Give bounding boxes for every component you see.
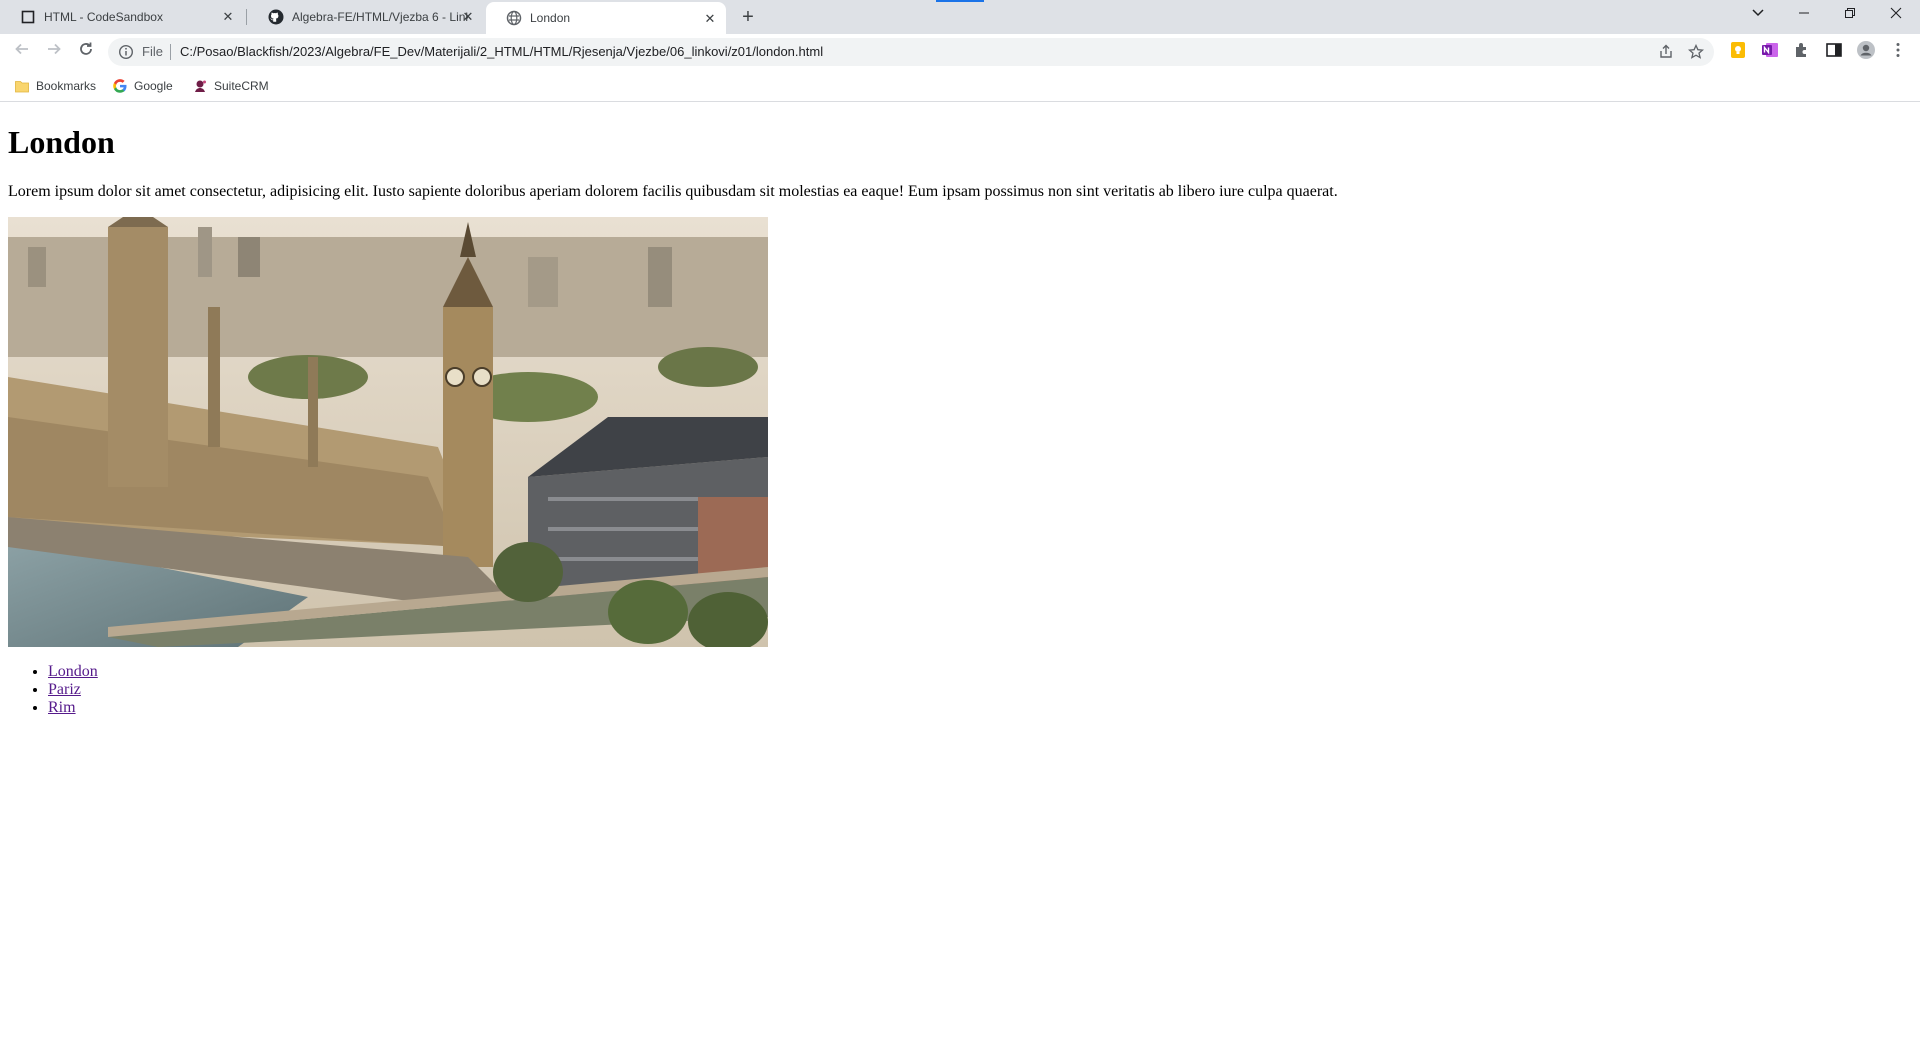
link-pariz[interactable]: Pariz (48, 681, 81, 698)
reload-icon (80, 42, 92, 55)
back-button[interactable] (10, 40, 34, 64)
bookmark-suitecrm[interactable]: SuiteCRM (192, 78, 269, 94)
folder-icon (15, 81, 29, 93)
link-london[interactable]: London (48, 663, 98, 680)
bookmark-folder[interactable]: Bookmarks (14, 78, 96, 94)
extensions-puzzle-icon[interactable] (1792, 40, 1812, 60)
page-title: London (8, 124, 115, 160)
new-tab-button[interactable]: + (736, 6, 760, 30)
tab-title: Algebra-FE/HTML/Vjezba 6 - Link (292, 10, 468, 24)
page-content: London Lorem ipsum dolor sit amet consec… (0, 103, 1920, 1040)
intro-paragraph: Lorem ipsum dolor sit amet consectetur, … (8, 183, 1338, 200)
accent-line (936, 0, 984, 2)
url-text[interactable]: C:/Posao/Blackfish/2023/Algebra/FE_Dev/M… (180, 44, 823, 59)
info-icon[interactable] (118, 44, 134, 60)
suitecrm-icon (195, 80, 206, 92)
close-icon[interactable]: ✕ (220, 9, 236, 25)
bookmark-google[interactable]: Google (112, 78, 173, 94)
minimize-button[interactable] (1784, 0, 1824, 30)
arrow-left-icon (15, 43, 28, 55)
google-icon (113, 79, 127, 93)
tab-codesandbox[interactable]: HTML - CodeSandbox ✕ (0, 0, 244, 34)
tab-title: London (530, 11, 571, 25)
tab-github[interactable]: Algebra-FE/HTML/Vjezba 6 - Link ✕ (248, 0, 484, 34)
share-icon[interactable] (1658, 44, 1674, 60)
star-icon[interactable] (1687, 43, 1705, 60)
scheme-label: File (142, 44, 163, 59)
menu-kebab-icon[interactable] (1888, 40, 1908, 60)
side-panel-icon[interactable] (1824, 40, 1844, 60)
restore-icon (1845, 8, 1855, 18)
close-icon[interactable]: ✕ (460, 9, 476, 25)
tab-london[interactable]: London ✕ (486, 2, 726, 34)
globe-icon (506, 10, 522, 26)
close-icon (1890, 7, 1902, 19)
keep-extension-icon[interactable] (1728, 40, 1748, 60)
browser-toolbar: File C:/Posao/Blackfish/2023/Algebra/FE_… (0, 34, 1920, 70)
tab-separator (246, 9, 247, 25)
list-item: Rim (48, 699, 1912, 717)
profile-avatar-icon[interactable] (1856, 40, 1876, 60)
list-item: London (48, 663, 1912, 681)
bookmarks-bar: Bookmarks Google SuiteCRM (0, 70, 1920, 102)
link-rim[interactable]: Rim (48, 699, 76, 716)
tab-title: HTML - CodeSandbox (44, 10, 163, 24)
codesandbox-icon (20, 9, 36, 25)
tab-search-button[interactable] (1738, 0, 1778, 30)
onenote-extension-icon[interactable] (1760, 40, 1780, 60)
omnibox-separator (170, 44, 171, 60)
chevron-down-icon (1752, 9, 1764, 17)
bookmark-label: Bookmarks (36, 79, 97, 93)
address-bar[interactable]: File C:/Posao/Blackfish/2023/Algebra/FE_… (108, 38, 1714, 66)
tab-strip: HTML - CodeSandbox ✕ Algebra-FE/HTML/Vje… (0, 0, 1920, 34)
close-icon[interactable]: ✕ (702, 11, 718, 27)
london-image (8, 217, 768, 647)
arrow-right-icon (48, 43, 61, 55)
bookmark-label: Google (134, 79, 173, 93)
bookmark-label: SuiteCRM (214, 79, 269, 93)
github-icon (268, 9, 284, 25)
city-links-list: London Pariz Rim (8, 663, 1912, 717)
list-item: Pariz (48, 681, 1912, 699)
forward-button[interactable] (42, 40, 66, 64)
restore-button[interactable] (1830, 0, 1870, 30)
reload-button[interactable] (74, 40, 98, 64)
close-window-button[interactable] (1876, 0, 1916, 30)
minimize-icon (1799, 12, 1809, 14)
